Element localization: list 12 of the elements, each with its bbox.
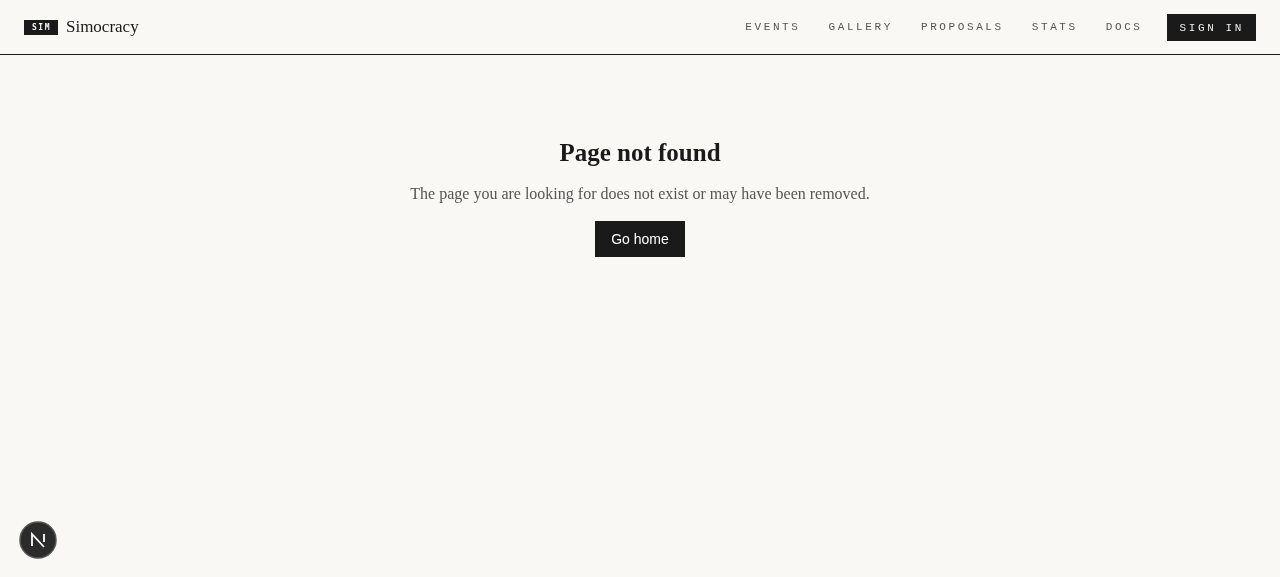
logo-badge[interactable]: SIM	[24, 19, 58, 35]
nav-link[interactable]: PROPOSALS	[920, 21, 1004, 33]
page-title: Page not found	[559, 139, 721, 167]
sign-in-button[interactable]: SIGN IN	[1166, 13, 1256, 41]
error-message: The page you are looking for does not exist or may have been removed.	[410, 185, 870, 203]
nav-link[interactable]: STATS	[1031, 21, 1078, 33]
go-home-button[interactable]: Go home	[595, 221, 685, 257]
nav-link[interactable]: GALLERY	[828, 21, 893, 33]
brand-name[interactable]: Simocracy	[65, 17, 139, 37]
logo-n-icon[interactable]	[19, 521, 57, 559]
nav-link[interactable]: EVENTS	[745, 21, 801, 33]
nav-link[interactable]: DOCS	[1105, 21, 1143, 33]
